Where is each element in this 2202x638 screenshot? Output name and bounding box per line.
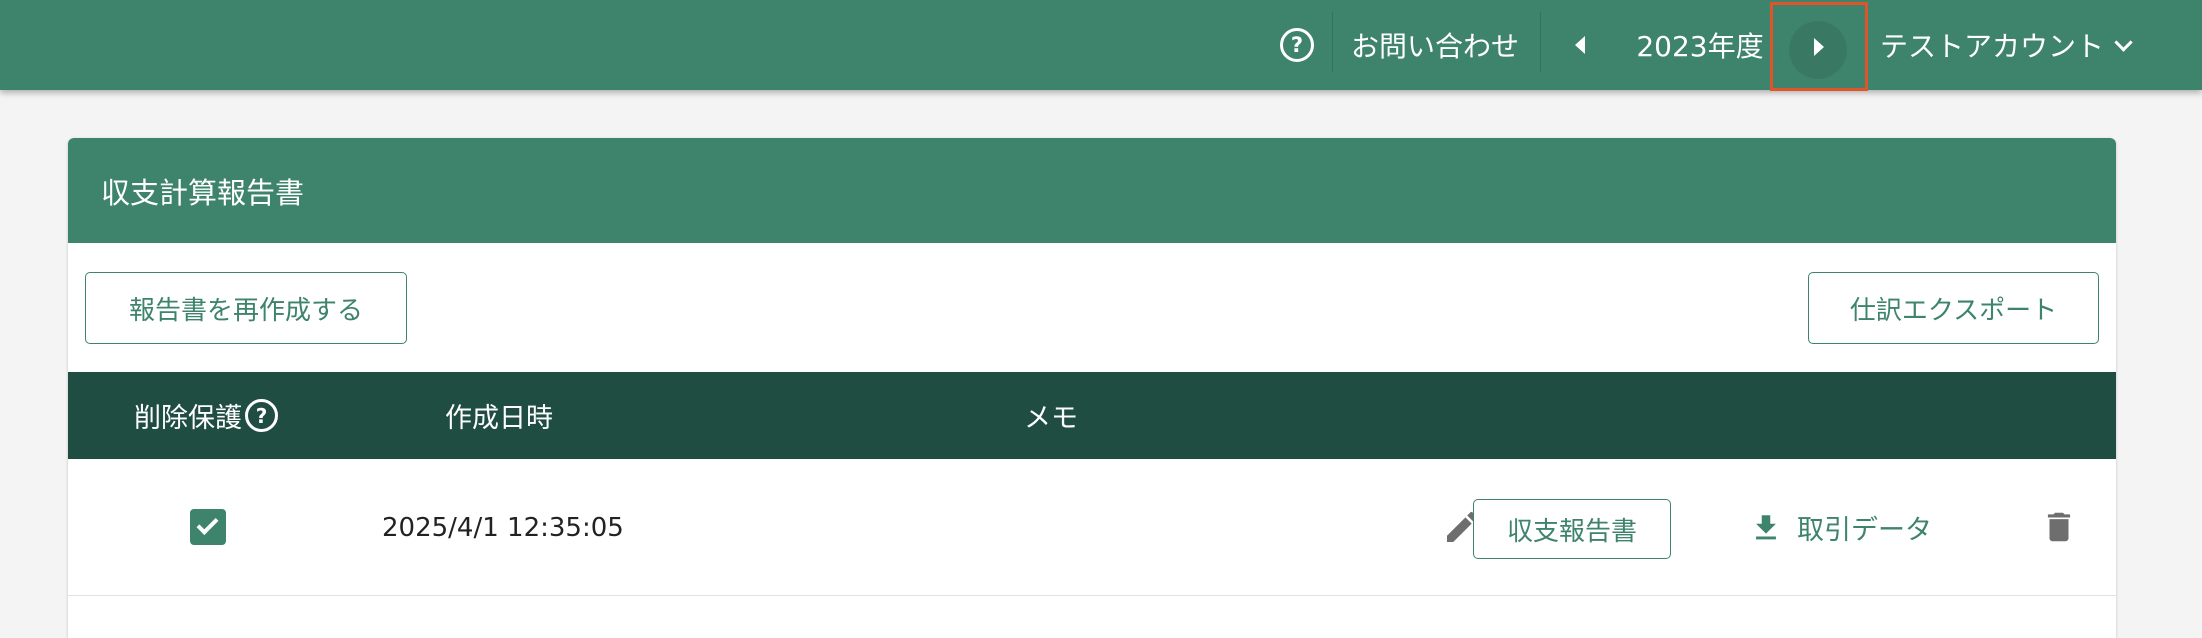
triangle-left-icon [1575, 36, 1585, 54]
transaction-data-link[interactable]: 取引データ [1749, 459, 1932, 596]
account-label: テストアカウント [1880, 30, 2105, 63]
download-icon [1756, 514, 1776, 539]
created-at-cell: 2025/4/1 12:35:05 [382, 512, 624, 543]
contact-link[interactable]: お問い合わせ [1344, 0, 1526, 90]
prev-year-button[interactable] [1553, 0, 1607, 90]
trash-icon[interactable] [2040, 508, 2078, 546]
top-app-bar: ? お問い合わせ 2023年度 テストアカウント [0, 0, 2202, 91]
next-year-button[interactable] [1770, 2, 1868, 91]
delete-protect-checkbox[interactable] [190, 509, 226, 545]
report-card: 収支計算報告書 報告書を再作成する 仕訳エクスポート 削除保護 ? 作成日時 メ… [68, 138, 2116, 638]
triangle-right-icon [1814, 37, 1824, 56]
transaction-data-label: 取引データ [1797, 515, 1932, 546]
card-header: 収支計算報告書 [68, 138, 2116, 243]
help-circle-icon[interactable]: ? [245, 399, 278, 432]
contact-label: お問い合わせ [1350, 30, 1519, 63]
divider [1332, 12, 1333, 72]
fiscal-year-label: 2023年度 [1636, 30, 1764, 63]
table-header: 削除保護 ? 作成日時 メモ [68, 372, 2116, 459]
help-circle-icon: ? [1280, 28, 1314, 62]
chevron-down-icon [2104, 32, 2142, 52]
income-report-button[interactable]: 収支報告書 [1473, 499, 1671, 559]
check-icon [196, 513, 219, 535]
column-header-protect: 削除保護 ? [134, 372, 278, 459]
account-menu[interactable]: テストアカウント [1880, 0, 2164, 90]
card-title: 収支計算報告書 [101, 175, 305, 210]
divider [1540, 12, 1541, 72]
table-row: 2025/4/1 12:35:05 収支報告書 取引データ [68, 459, 2116, 596]
help-button[interactable]: ? [1272, 0, 1322, 90]
recreate-report-button[interactable]: 報告書を再作成する [85, 272, 407, 344]
journal-export-button[interactable]: 仕訳エクスポート [1808, 272, 2099, 344]
column-header-created-at: 作成日時 [445, 403, 553, 434]
column-header-memo: メモ [1024, 403, 1078, 434]
